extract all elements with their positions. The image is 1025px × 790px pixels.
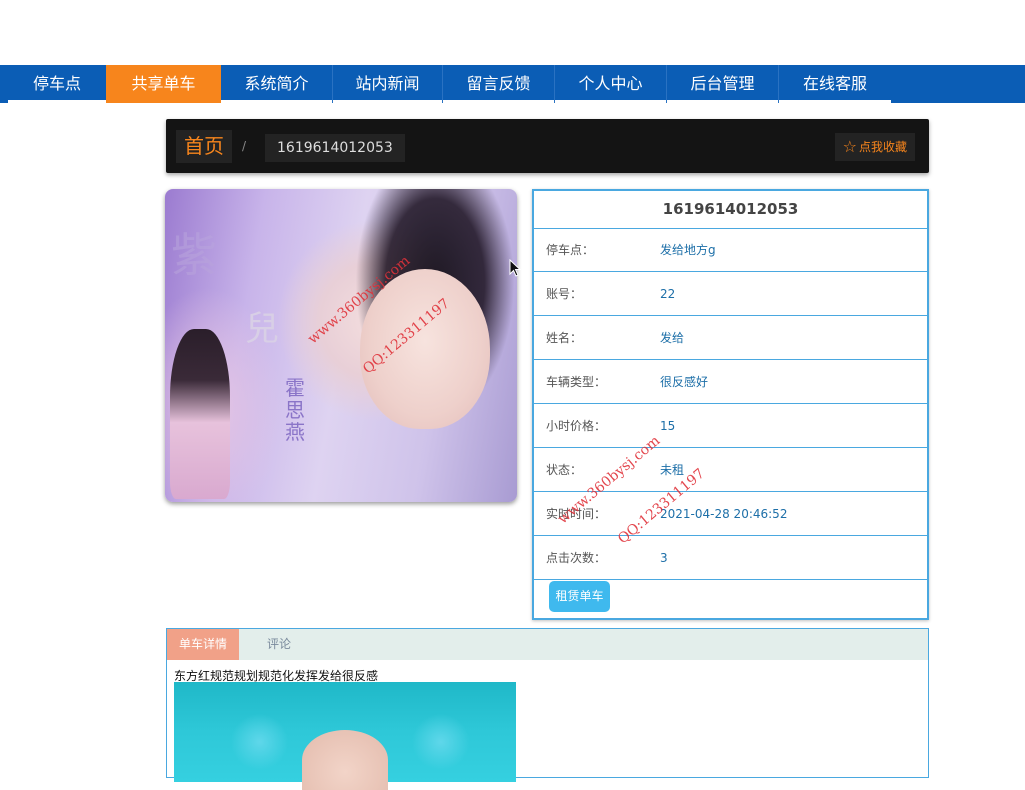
photo-text-2: 兒 <box>245 309 279 349</box>
info-value: 发给 <box>660 331 685 345</box>
tab-comments[interactable]: 评论 <box>239 629 319 660</box>
star-icon: ☆ <box>842 137 857 156</box>
detail-tabs: 单车详情 评论 <box>167 629 928 660</box>
info-value: 发给地方g <box>660 243 716 257</box>
nav-item-online-service[interactable]: 在线客服 <box>779 65 891 103</box>
photo-text-1: 紫 <box>171 228 217 282</box>
breadcrumb-current: 1619614012053 <box>265 134 405 162</box>
info-label: 状态： <box>546 463 583 477</box>
breadcrumb-home-link[interactable]: 首页 <box>176 130 232 163</box>
nav-item-user-center[interactable]: 个人中心 <box>555 65 666 103</box>
favorite-label: 点我收藏 <box>858 140 907 154</box>
nav-item-intro[interactable]: 系统简介 <box>221 65 332 103</box>
info-title: 1619614012053 <box>662 200 799 218</box>
info-row-clicks: 点击次数： 3 <box>534 536 927 580</box>
detail-image <box>174 682 516 790</box>
favorite-button[interactable]: ☆ 点我收藏 <box>834 133 915 161</box>
main-nav: 停车点 共享单车 系统简介 站内新闻 留言反馈 个人中心 后台管理 在线客服 <box>0 65 1025 103</box>
rent-bike-button[interactable]: 租赁单车 <box>549 581 610 612</box>
nav-item-parking[interactable]: 停车点 <box>8 65 106 103</box>
info-value: 3 <box>660 551 668 565</box>
info-label: 停车点： <box>546 243 595 257</box>
photo-text-3: 霍思燕 <box>285 376 305 444</box>
photo-figure-left <box>170 329 230 499</box>
breadcrumb-separator: / <box>242 139 247 153</box>
info-value: 15 <box>660 419 676 433</box>
info-label: 账号： <box>546 287 583 301</box>
mouse-cursor-icon <box>509 259 521 277</box>
bike-info-panel: 1619614012053 停车点： 发给地方g 账号： 22 姓名： 发给 车… <box>532 189 929 620</box>
row-divider <box>534 579 927 580</box>
bike-photo: 紫 兒 霍思燕 <box>165 189 517 502</box>
info-value: 22 <box>660 287 676 301</box>
info-row-vehicle-type: 车辆类型： 很反感好 <box>534 360 927 404</box>
nav-item-news[interactable]: 站内新闻 <box>333 65 442 103</box>
detail-image-face <box>302 730 388 790</box>
info-label: 点击次数： <box>546 551 607 565</box>
detail-panel: 单车详情 评论 东方红规范规划规范化发挥发给很反感 <box>166 628 929 790</box>
nav-item-feedback[interactable]: 留言反馈 <box>443 65 554 103</box>
tab-bike-detail[interactable]: 单车详情 <box>167 629 239 660</box>
info-row-account: 账号： 22 <box>534 272 927 316</box>
info-label: 小时价格： <box>546 419 607 433</box>
info-row-hourly-price: 小时价格： 15 <box>534 404 927 448</box>
info-value: 很反感好 <box>660 375 709 389</box>
info-label: 姓名： <box>546 331 583 345</box>
info-row-parking: 停车点： 发给地方g <box>534 228 927 272</box>
nav-item-shared-bike[interactable]: 共享单车 <box>106 65 221 103</box>
breadcrumb: 首页 / 1619614012053 ☆ 点我收藏 <box>166 119 929 173</box>
info-row-name: 姓名： 发给 <box>534 316 927 360</box>
nav-item-admin[interactable]: 后台管理 <box>667 65 778 103</box>
info-label: 车辆类型： <box>546 375 607 389</box>
